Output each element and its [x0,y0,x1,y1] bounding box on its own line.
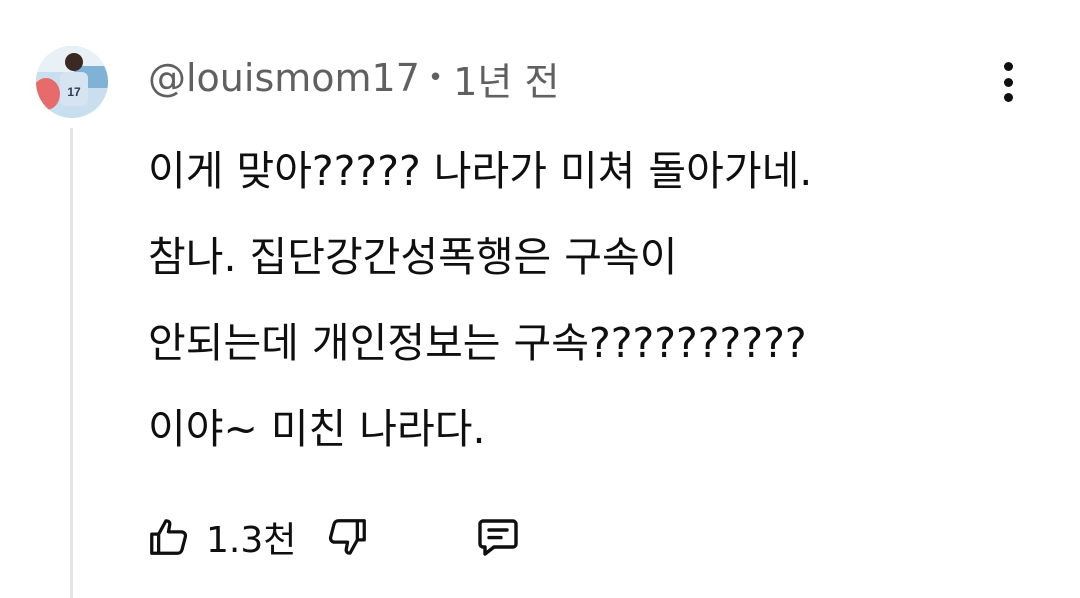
comment-actions: 1.3천 [146,510,522,564]
like-button[interactable] [146,514,192,560]
menu-dot [1003,93,1013,102]
thumbs-up-icon [150,519,188,555]
comment-item: 17 @louismom17 • 1년 전 이게 맞아????? 나라가 미쳐 … [0,0,1080,598]
comment-text-line: 참나. 집단강간성폭행은 구속이 [148,233,678,281]
comment-text-line: 이게 맞아????? 나라가 미쳐 돌아가네. [148,147,813,195]
comment-text-line: 안되는데 개인정보는 구속?????????? [148,319,807,367]
thread-line [70,128,73,598]
author-name[interactable]: @louismom17 [148,56,420,100]
comment-text-line: 이야~ 미친 나라다. [148,405,486,453]
comment-time[interactable]: 1년 전 [453,51,559,106]
like-count: 1.3천 [206,520,297,561]
reply-button[interactable] [474,513,522,561]
dislike-button[interactable] [324,514,370,560]
menu-dot [1003,77,1013,87]
menu-dot [1003,62,1013,71]
separator-dot: • [427,63,444,93]
avatar-image: 17 [36,46,108,118]
comment-header: @louismom17 • 1년 전 [148,52,559,104]
comment-text: 이게 맞아????? 나라가 미쳐 돌아가네. 참나. 집단강간성폭행은 구속이… [148,128,1008,472]
thumbs-down-icon [329,519,367,555]
avatar[interactable]: 17 [36,46,108,118]
avatar-jersey-number: 17 [67,85,81,99]
more-vert-icon[interactable] [988,60,1028,104]
comment-icon [478,519,519,556]
